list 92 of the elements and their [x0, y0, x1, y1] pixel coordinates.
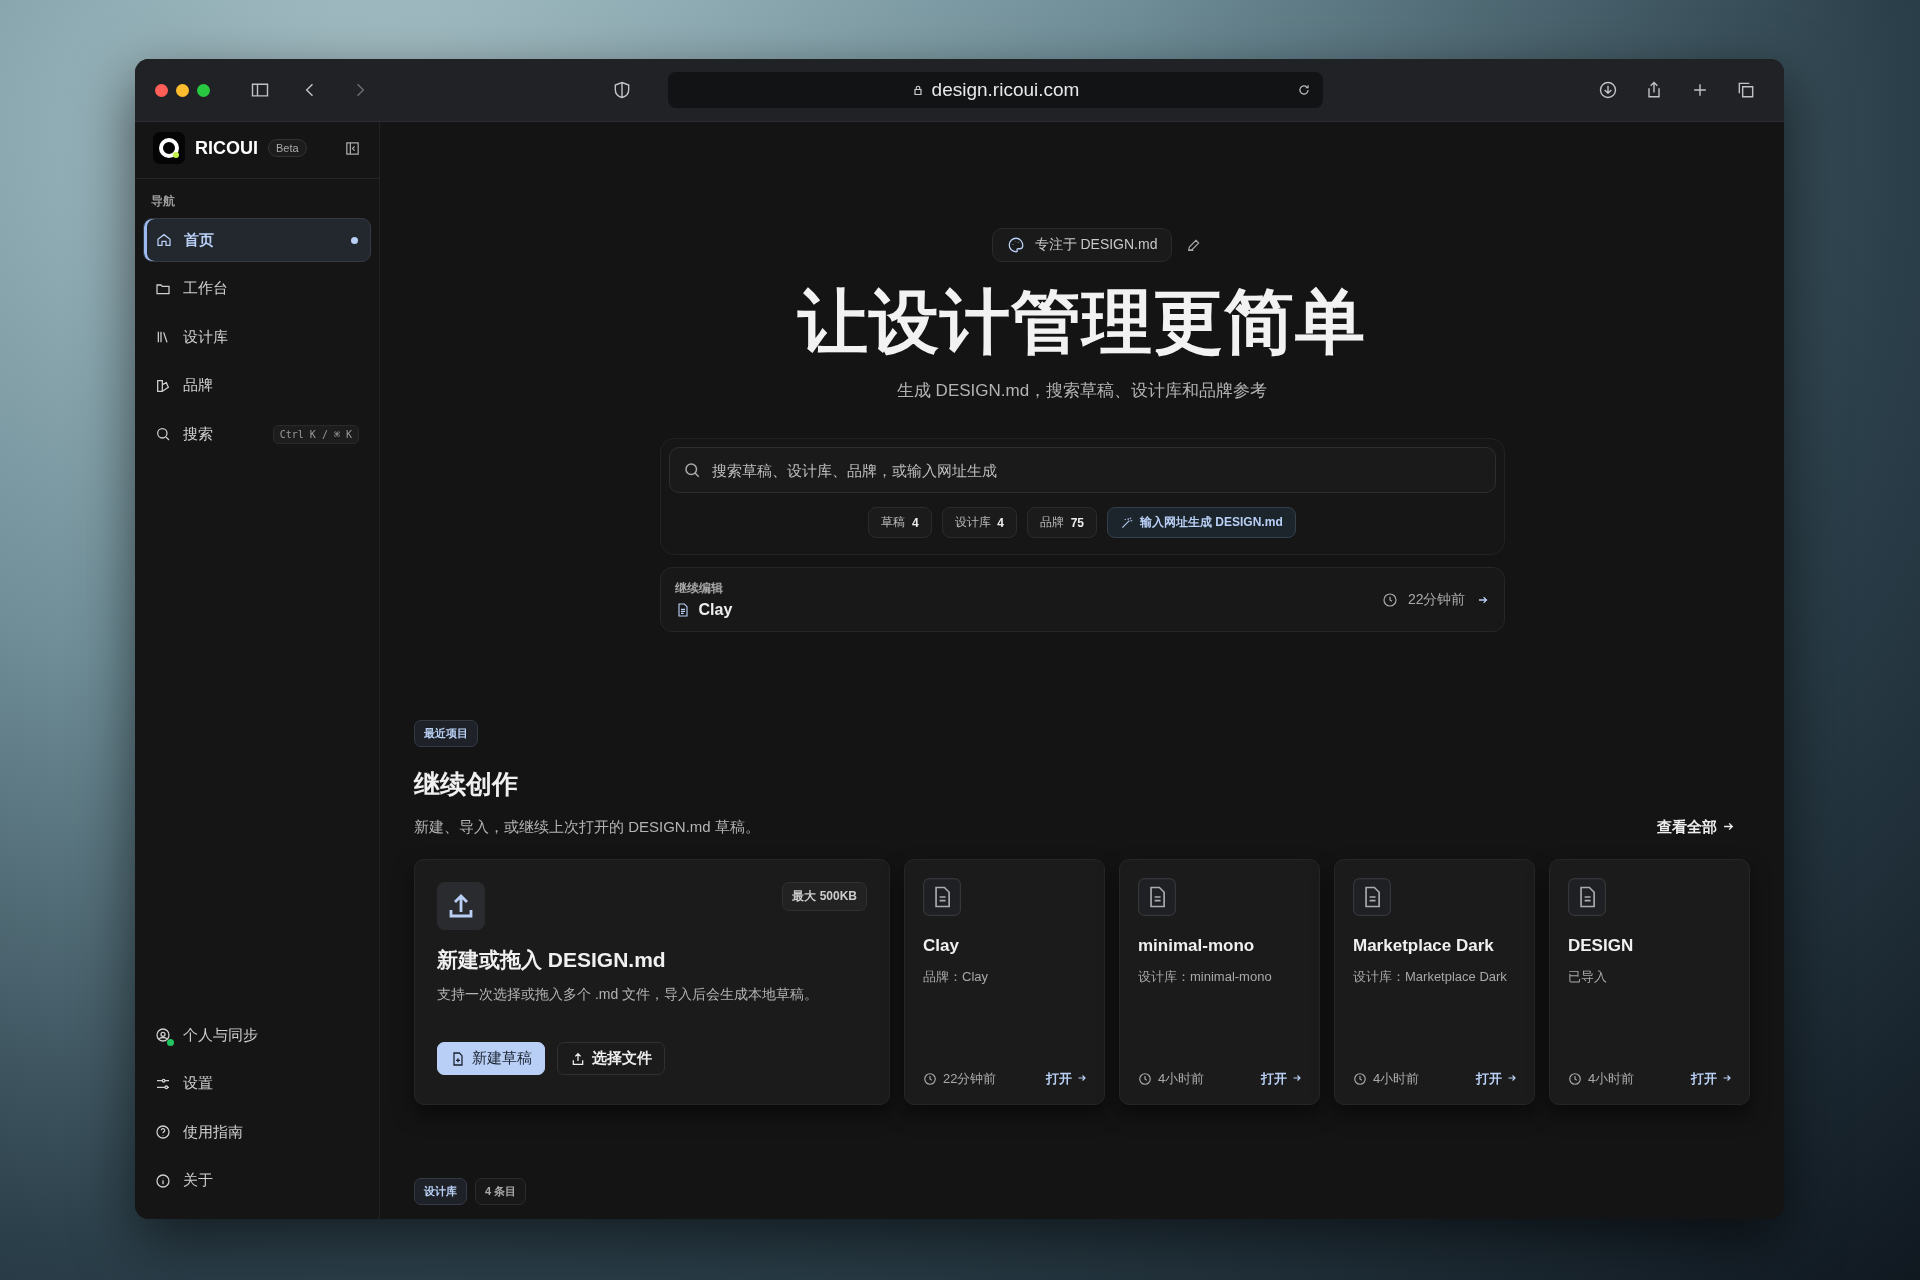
choose-file-button[interactable]: 选择文件 [557, 1042, 665, 1075]
item-count: 4 条目 [475, 1178, 527, 1205]
clock-icon [923, 1072, 937, 1086]
info-icon [155, 1172, 171, 1189]
help-icon [155, 1124, 171, 1140]
open-link[interactable]: 打开 [1476, 1070, 1518, 1088]
hero-subtitle: 生成 DESIGN.md，搜索草稿、设计库和品牌参考 [896, 380, 1268, 402]
search-icon [155, 426, 171, 442]
upload-card[interactable]: 最大 500KB 新建或拖入 DESIGN.md 支持一次选择或拖入多个 .md 文件，导入后会生成本地草稿。 新建草稿 选择文件 [414, 859, 890, 1105]
document-icon [923, 878, 961, 916]
shield-icon[interactable] [612, 80, 632, 100]
sidebar-item[interactable]: 个人与同步 [143, 1013, 371, 1057]
sidebar-icon[interactable] [250, 80, 270, 100]
card-meta: 设计库：minimal-mono [1138, 968, 1273, 986]
reload-icon[interactable] [1297, 83, 1311, 97]
active-dot [351, 236, 358, 244]
address-bar[interactable]: design.ricoui.com [668, 72, 1323, 108]
nav-item[interactable]: 搜索 Ctrl K / ⌘ K [143, 412, 371, 456]
download-icon[interactable] [1598, 80, 1618, 100]
home-icon [156, 232, 172, 248]
tabs-icon[interactable] [1736, 80, 1756, 100]
logo-icon [153, 132, 185, 164]
filter-chip[interactable]: 品牌 75 [1027, 507, 1098, 538]
generate-button[interactable]: 输入网址生成 DESIGN.md [1107, 507, 1296, 538]
project-card[interactable]: minimal-mono 设计库：minimal-mono 4小时前 打开 [1119, 859, 1320, 1105]
sidebar-item[interactable]: 设置 [143, 1061, 371, 1106]
upload-description: 支持一次选择或拖入多个 .md 文件，导入后会生成本地草稿。 [437, 986, 820, 1004]
search-icon [682, 461, 701, 479]
user-icon [155, 1027, 171, 1043]
resume-title: Clay [698, 601, 733, 619]
section-heading: 继续创作 [414, 768, 519, 801]
size-limit-badge: 最大 500KB [782, 882, 867, 911]
filter-chip[interactable]: 草稿 4 [868, 507, 932, 538]
project-card[interactable]: Clay 品牌：Clay 22分钟前 打开 [904, 859, 1105, 1105]
nav-item[interactable]: 首页 [143, 218, 371, 262]
file-plus-icon [450, 1050, 466, 1067]
view-all-link[interactable]: 查看全部 [1657, 818, 1736, 837]
new-draft-button[interactable]: 新建草稿 [437, 1042, 545, 1075]
clock-icon [1381, 591, 1398, 608]
open-link[interactable]: 打开 [1046, 1070, 1088, 1088]
upload-icon [570, 1050, 586, 1067]
card-time: 4小时前 [1373, 1070, 1420, 1088]
filter-chip[interactable]: 设计库 4 [941, 507, 1017, 538]
clock-icon [1138, 1072, 1152, 1086]
zoom-button[interactable] [197, 83, 210, 97]
card-time: 4小时前 [1158, 1070, 1205, 1088]
card-title: Clay [923, 936, 960, 956]
card-meta: 设计库：Marketplace Dark [1353, 968, 1508, 986]
card-time: 22分钟前 [943, 1070, 997, 1088]
section-label: 导航 [150, 193, 176, 210]
section-description: 新建、导入，或继续上次打开的 DESIGN.md 草稿。 [414, 818, 760, 837]
open-link[interactable]: 打开 [1261, 1070, 1303, 1088]
card-meta: 品牌：Clay [923, 968, 989, 986]
sidebar-item[interactable]: 使用指南 [143, 1110, 371, 1154]
search-field[interactable]: 搜索草稿、设计库、品牌，或输入网址生成 [668, 447, 1496, 493]
focus-chip: 专注于 DESIGN.md [991, 228, 1173, 262]
clock-icon [1568, 1072, 1582, 1086]
brand-icon [155, 377, 171, 394]
url-text: design.ricoui.com [931, 79, 1080, 101]
document-icon [1138, 878, 1176, 916]
document-icon [1353, 878, 1391, 916]
hero-title: 让设计管理更简单 [798, 284, 1366, 361]
clock-icon [1353, 1072, 1367, 1086]
open-link[interactable]: 打开 [1691, 1070, 1733, 1088]
card-meta: 已导入 [1568, 968, 1608, 986]
nav-item[interactable]: 品牌 [143, 363, 371, 408]
project-card[interactable]: Marketplace Dark 设计库：Marketplace Dark 4小时前 打开 [1334, 859, 1535, 1105]
shortcut-hint: Ctrl K / ⌘ K [272, 424, 359, 444]
lock-icon [911, 84, 924, 96]
section-tag: 设计库 [414, 1178, 467, 1205]
card-title: DESIGN [1568, 936, 1635, 956]
card-title: Marketplace Dark [1353, 936, 1495, 956]
project-card[interactable]: DESIGN 已导入 4小时前 打开 [1549, 859, 1750, 1105]
nav-item[interactable]: 工作台 [143, 266, 371, 311]
upload-title: 新建或拖入 DESIGN.md [437, 947, 667, 973]
sidebar-item[interactable]: 关于 [143, 1158, 371, 1203]
document-icon [1568, 878, 1606, 916]
collapse-sidebar-icon[interactable] [344, 139, 361, 157]
resume-time: 22分钟前 [1407, 590, 1466, 609]
card-time: 4小时前 [1588, 1070, 1635, 1088]
palette-icon [1006, 236, 1025, 254]
brand-name: RICOUI [195, 137, 258, 159]
card-title: minimal-mono [1138, 936, 1256, 956]
resume-card[interactable]: 继续编辑 Clay 22分钟前 [659, 567, 1505, 632]
section-tag: 最近项目 [414, 720, 478, 747]
minimize-button[interactable] [176, 83, 189, 97]
beta-badge: Beta [268, 139, 307, 157]
wand-icon [1120, 515, 1135, 530]
upload-icon [437, 882, 485, 930]
close-button[interactable] [155, 83, 168, 97]
nav-item[interactable]: 设计库 [143, 315, 371, 359]
resume-label: 继续编辑 [674, 580, 724, 597]
